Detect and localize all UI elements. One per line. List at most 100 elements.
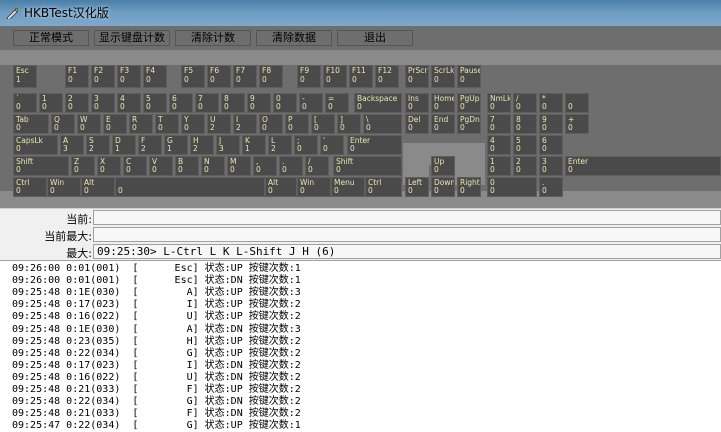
key-count: 0 bbox=[314, 123, 319, 132]
key-9-56: 90 bbox=[539, 114, 563, 134]
key-symbol-57: +0 bbox=[565, 114, 589, 134]
key-label: F3 bbox=[120, 66, 130, 75]
event-log[interactable]: 09:26:00 0:01(001) [ Esc] 状态:UP 按键次数:1 09… bbox=[0, 260, 721, 432]
key-f12-12: F12 0 bbox=[375, 65, 399, 88]
key-8-24: 80 bbox=[221, 93, 245, 113]
clear-data-button[interactable]: 清除数据 bbox=[256, 30, 332, 46]
key-count: 0 bbox=[230, 165, 235, 174]
key-t-42: T0 bbox=[155, 114, 179, 134]
current-field bbox=[93, 210, 721, 225]
max-value: 09:25:30> L-Ctrl L K L-Shift J H (6) bbox=[97, 245, 336, 258]
key-count: 2 bbox=[210, 123, 215, 132]
key-backspace-29: Backspace 0 bbox=[354, 93, 402, 113]
key-count: 0 bbox=[262, 123, 267, 132]
key-count: 0 bbox=[236, 75, 241, 84]
key-label: F4 bbox=[146, 66, 156, 75]
key-count: 0 bbox=[184, 75, 189, 84]
key-label: F6 bbox=[210, 66, 220, 75]
key-count: 0 bbox=[542, 165, 547, 174]
key-q-38: Q0 bbox=[51, 114, 75, 134]
log-row: 09:25:48 0:22(034) [ G] 状态:UP 按键次数:2 bbox=[12, 347, 301, 359]
keyboard-top-strip bbox=[0, 50, 721, 65]
key-count: 0 bbox=[434, 186, 439, 195]
key-f6-6: F6 0 bbox=[207, 65, 231, 88]
key-shift-74: Shift 0 bbox=[13, 156, 69, 176]
key-win-92: Win 0 bbox=[47, 177, 81, 197]
key-ctrl-91: Ctrl 0 bbox=[13, 177, 47, 197]
key-label: F1 bbox=[68, 66, 78, 75]
key-pause-15: Pause 0 bbox=[457, 65, 481, 88]
show-key-count-button[interactable]: 显示键盘计数 bbox=[94, 30, 170, 46]
key-count: 0 bbox=[297, 144, 302, 153]
log-row: 09:25:47 0:22(034) [ G] 状态:UP 按键次数:1 bbox=[12, 420, 301, 432]
key-count: 0 bbox=[198, 102, 203, 111]
key-count: 0 bbox=[118, 186, 123, 195]
key-e-40: E0 bbox=[103, 114, 127, 134]
key-symbol-16: ` 0 bbox=[13, 93, 37, 113]
log-row: 09:25:48 0:16(022) [ U] 状态:DN 按键次数:2 bbox=[12, 371, 301, 383]
key-count: 2 bbox=[89, 144, 94, 153]
key-symbol-84: /0 bbox=[305, 156, 329, 176]
key-count: 0 bbox=[568, 123, 573, 132]
key-count: 0 bbox=[542, 102, 547, 111]
key-count: 0 bbox=[516, 144, 521, 153]
key-symbol-35: * 0 bbox=[539, 93, 563, 113]
key-count: 0 bbox=[568, 165, 573, 174]
key-5-21: 50 bbox=[143, 93, 167, 113]
key-count: 0 bbox=[357, 102, 362, 111]
key-esc-0: Esc 1 bbox=[13, 65, 37, 88]
key-count: 0 bbox=[16, 144, 21, 153]
key-6-73: 60 bbox=[539, 135, 563, 155]
exit-button[interactable]: 退出 bbox=[337, 30, 413, 46]
log-row: 09:26:00 0:01(001) [ Esc] 状态:UP 按键次数:1 bbox=[12, 263, 301, 274]
key-count: 0 bbox=[16, 165, 21, 174]
key-5-72: 50 bbox=[513, 135, 537, 155]
current-max-label: 当前最大: bbox=[44, 230, 92, 243]
clear-count-button[interactable]: 清除计数 bbox=[175, 30, 251, 46]
key-label: F9 bbox=[300, 66, 310, 75]
key-count: 0 bbox=[100, 165, 105, 174]
key-count: 1 bbox=[245, 144, 250, 153]
normal-mode-button[interactable]: 正常模式 bbox=[13, 30, 89, 46]
key-count: 0 bbox=[408, 75, 413, 84]
key-count: 0 bbox=[308, 165, 313, 174]
key-v-78: V0 bbox=[149, 156, 173, 176]
key-count: 0 bbox=[282, 165, 287, 174]
key-count: 0 bbox=[16, 123, 21, 132]
key-count: 0 bbox=[368, 186, 373, 195]
key-8-55: 80 bbox=[513, 114, 537, 134]
key-up-86: Up 0 bbox=[431, 156, 455, 176]
title-bar[interactable]: HKBTest汉化版 bbox=[0, 0, 721, 26]
key-symbol-83: .0 bbox=[279, 156, 303, 176]
key-prscr-13: PrScr 0 bbox=[405, 65, 429, 88]
key-2-88: 20 bbox=[513, 156, 537, 176]
key-ctrl-98: Ctrl 0 bbox=[365, 177, 402, 197]
key-count: 3 bbox=[219, 144, 224, 153]
key-symbol-28: = 0 bbox=[325, 93, 349, 113]
current-label: 当前: bbox=[66, 213, 92, 226]
log-row: 09:25:48 0:17(023) [ I] 状态:DN 按键次数:2 bbox=[12, 359, 301, 371]
key-count: 0 bbox=[210, 75, 215, 84]
key-0-26: 00 bbox=[273, 93, 297, 113]
key-del-51: Del 0 bbox=[405, 114, 429, 134]
key-count: 0 bbox=[74, 165, 79, 174]
key-blank-36: 0 bbox=[565, 93, 589, 113]
key-4-71: 40 bbox=[487, 135, 511, 155]
key-count: 0 bbox=[460, 186, 465, 195]
key-6-22: 60 bbox=[169, 93, 193, 113]
key-count: 0 bbox=[146, 102, 151, 111]
key-z-75: Z0 bbox=[71, 156, 95, 176]
log-row: 09:25:48 0:17(023) [ I] 状态:UP 按键次数:2 bbox=[12, 299, 301, 311]
log-row: 09:25:48 0:1E(030) [ A] 状态:DN 按键次数:3 bbox=[12, 323, 301, 335]
key-count: 0 bbox=[262, 75, 267, 84]
key-f1-1: F1 0 bbox=[65, 65, 89, 88]
key-count: 0 bbox=[256, 165, 261, 174]
key-pgup-32: PgUp 0 bbox=[457, 93, 481, 113]
key-count: 0 bbox=[336, 165, 341, 174]
key-count: 0 bbox=[300, 186, 305, 195]
key-end-52: End 0 bbox=[431, 114, 455, 134]
key-label: PrScr bbox=[408, 66, 428, 75]
key-count: 0 bbox=[460, 102, 465, 111]
key-r-41: R0 bbox=[129, 114, 153, 134]
key-count: 0 bbox=[146, 75, 151, 84]
